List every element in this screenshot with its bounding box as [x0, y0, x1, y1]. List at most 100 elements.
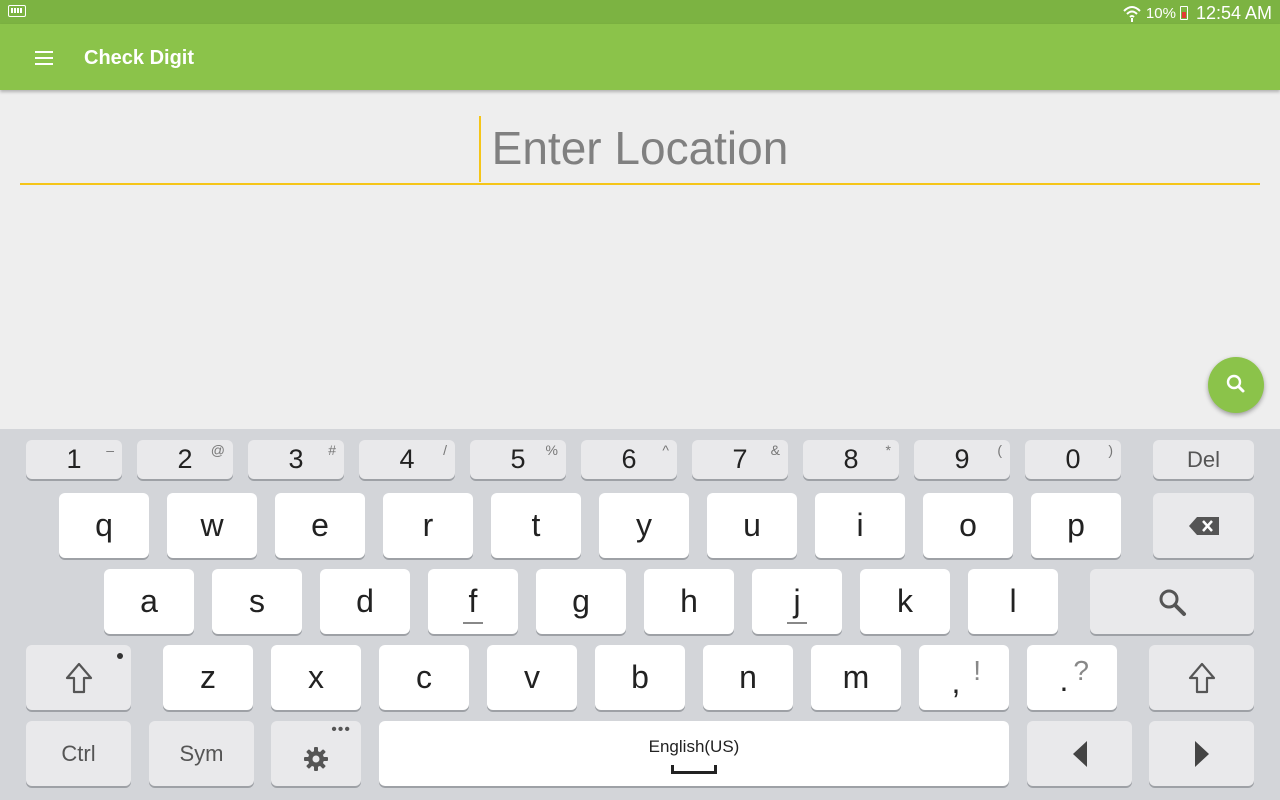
- key-7[interactable]: 7 &: [692, 440, 788, 479]
- key-1[interactable]: 1 –: [26, 440, 122, 479]
- key-5[interactable]: 5 %: [470, 440, 566, 479]
- key-z[interactable]: z: [163, 645, 253, 710]
- shift-indicator-dot: [117, 653, 123, 659]
- page-title: Check Digit: [84, 47, 195, 69]
- hamburger-menu-icon[interactable]: [24, 44, 64, 72]
- key-x[interactable]: x: [271, 645, 361, 710]
- key-label: a: [140, 583, 158, 619]
- key-label: Del: [1186, 446, 1220, 472]
- key-sub-label: %: [545, 442, 558, 458]
- key-m[interactable]: m: [811, 645, 901, 710]
- key-label: 8: [843, 444, 859, 474]
- key-v[interactable]: v: [487, 645, 577, 710]
- key-label: b: [631, 659, 649, 695]
- text-cursor: [479, 116, 481, 182]
- key-6[interactable]: 6 ^: [581, 440, 677, 479]
- key-o[interactable]: o: [923, 493, 1013, 558]
- settings-key[interactable]: •••: [271, 721, 361, 786]
- key-comma[interactable]: , !: [919, 645, 1009, 710]
- key-sub-label: &: [770, 442, 780, 458]
- key-label: 7: [732, 444, 748, 474]
- shift-key-left[interactable]: [26, 645, 131, 710]
- sym-key[interactable]: Sym: [149, 721, 254, 786]
- key-n[interactable]: n: [703, 645, 793, 710]
- key-8[interactable]: 8 *: [803, 440, 899, 479]
- space-icon: [671, 765, 717, 774]
- key-f[interactable]: f: [428, 569, 518, 634]
- home-key-marker: [787, 622, 807, 624]
- key-p[interactable]: p: [1031, 493, 1121, 558]
- key-label: 0: [1065, 444, 1081, 474]
- key-k[interactable]: k: [860, 569, 950, 634]
- key-sub-label: (: [997, 442, 1002, 458]
- key-u[interactable]: u: [707, 493, 797, 558]
- arrow-right-icon: [1194, 740, 1209, 767]
- key-label: g: [572, 583, 590, 619]
- cursor-left-key[interactable]: [1027, 721, 1132, 786]
- key-label: k: [897, 583, 913, 619]
- key-0[interactable]: 0 ): [1025, 440, 1121, 479]
- key-label: t: [531, 507, 541, 543]
- key-label: 4: [399, 444, 415, 474]
- key-q[interactable]: q: [59, 493, 149, 558]
- key-9[interactable]: 9 (: [914, 440, 1010, 479]
- key-y[interactable]: y: [599, 493, 689, 558]
- key-label: o: [959, 507, 977, 543]
- key-sub-label: *: [885, 442, 891, 458]
- key-label: u: [743, 507, 761, 543]
- key-label: y: [636, 507, 652, 543]
- key-b[interactable]: b: [595, 645, 685, 710]
- shift-key-right[interactable]: [1149, 645, 1254, 710]
- key-c[interactable]: c: [379, 645, 469, 710]
- key-label: 9: [954, 444, 970, 474]
- key-label: s: [249, 583, 265, 619]
- backspace-key[interactable]: [1153, 493, 1254, 558]
- key-g[interactable]: g: [536, 569, 626, 634]
- soft-keyboard: 1 – 2 @ 3 # 4 / 5 % 6 ^ 7 & 8 * 9 ( 0 ) …: [0, 429, 1280, 800]
- key-label: x: [308, 659, 324, 695]
- key-3[interactable]: 3 #: [248, 440, 344, 479]
- more-options-icon: •••: [331, 721, 351, 738]
- key-sub-label: /: [443, 442, 447, 458]
- key-label: z: [200, 659, 216, 695]
- key-l[interactable]: l: [968, 569, 1058, 634]
- key-label: Sym: [179, 740, 224, 766]
- arrow-left-icon: [1072, 740, 1087, 767]
- key-label: c: [416, 659, 432, 695]
- key-a[interactable]: a: [104, 569, 194, 634]
- key-r[interactable]: r: [383, 493, 473, 558]
- key-4[interactable]: 4 /: [359, 440, 455, 479]
- key-t[interactable]: t: [491, 493, 581, 558]
- key-sub-label: ^: [662, 442, 669, 458]
- search-fab-button[interactable]: [1208, 357, 1264, 413]
- key-2[interactable]: 2 @: [137, 440, 233, 479]
- app-bar: Check Digit: [0, 24, 1280, 90]
- key-sub-label: ?: [1073, 655, 1089, 686]
- key-label: m: [842, 659, 870, 695]
- wifi-icon: [1123, 6, 1141, 22]
- key-w[interactable]: w: [167, 493, 257, 558]
- key-label: 5: [510, 444, 526, 474]
- key-label: ,: [951, 664, 961, 700]
- location-input[interactable]: [20, 113, 1260, 185]
- cursor-right-key[interactable]: [1149, 721, 1254, 786]
- key-period[interactable]: . ?: [1027, 645, 1117, 710]
- spacebar-key[interactable]: English(US): [379, 721, 1009, 786]
- key-label: j: [793, 583, 801, 619]
- key-label: l: [1009, 583, 1017, 619]
- ctrl-key[interactable]: Ctrl: [26, 721, 131, 786]
- key-i[interactable]: i: [815, 493, 905, 558]
- key-j[interactable]: j: [752, 569, 842, 634]
- key-d[interactable]: d: [320, 569, 410, 634]
- search-key[interactable]: [1090, 569, 1254, 634]
- key-h[interactable]: h: [644, 569, 734, 634]
- key-label: h: [680, 583, 698, 619]
- key-s[interactable]: s: [212, 569, 302, 634]
- del-key[interactable]: Del: [1153, 440, 1254, 479]
- key-label: e: [311, 507, 329, 543]
- key-label: p: [1067, 507, 1085, 543]
- shift-icon: [65, 662, 92, 693]
- key-sub-label: –: [106, 442, 114, 458]
- key-e[interactable]: e: [275, 493, 365, 558]
- gear-icon: [304, 746, 328, 771]
